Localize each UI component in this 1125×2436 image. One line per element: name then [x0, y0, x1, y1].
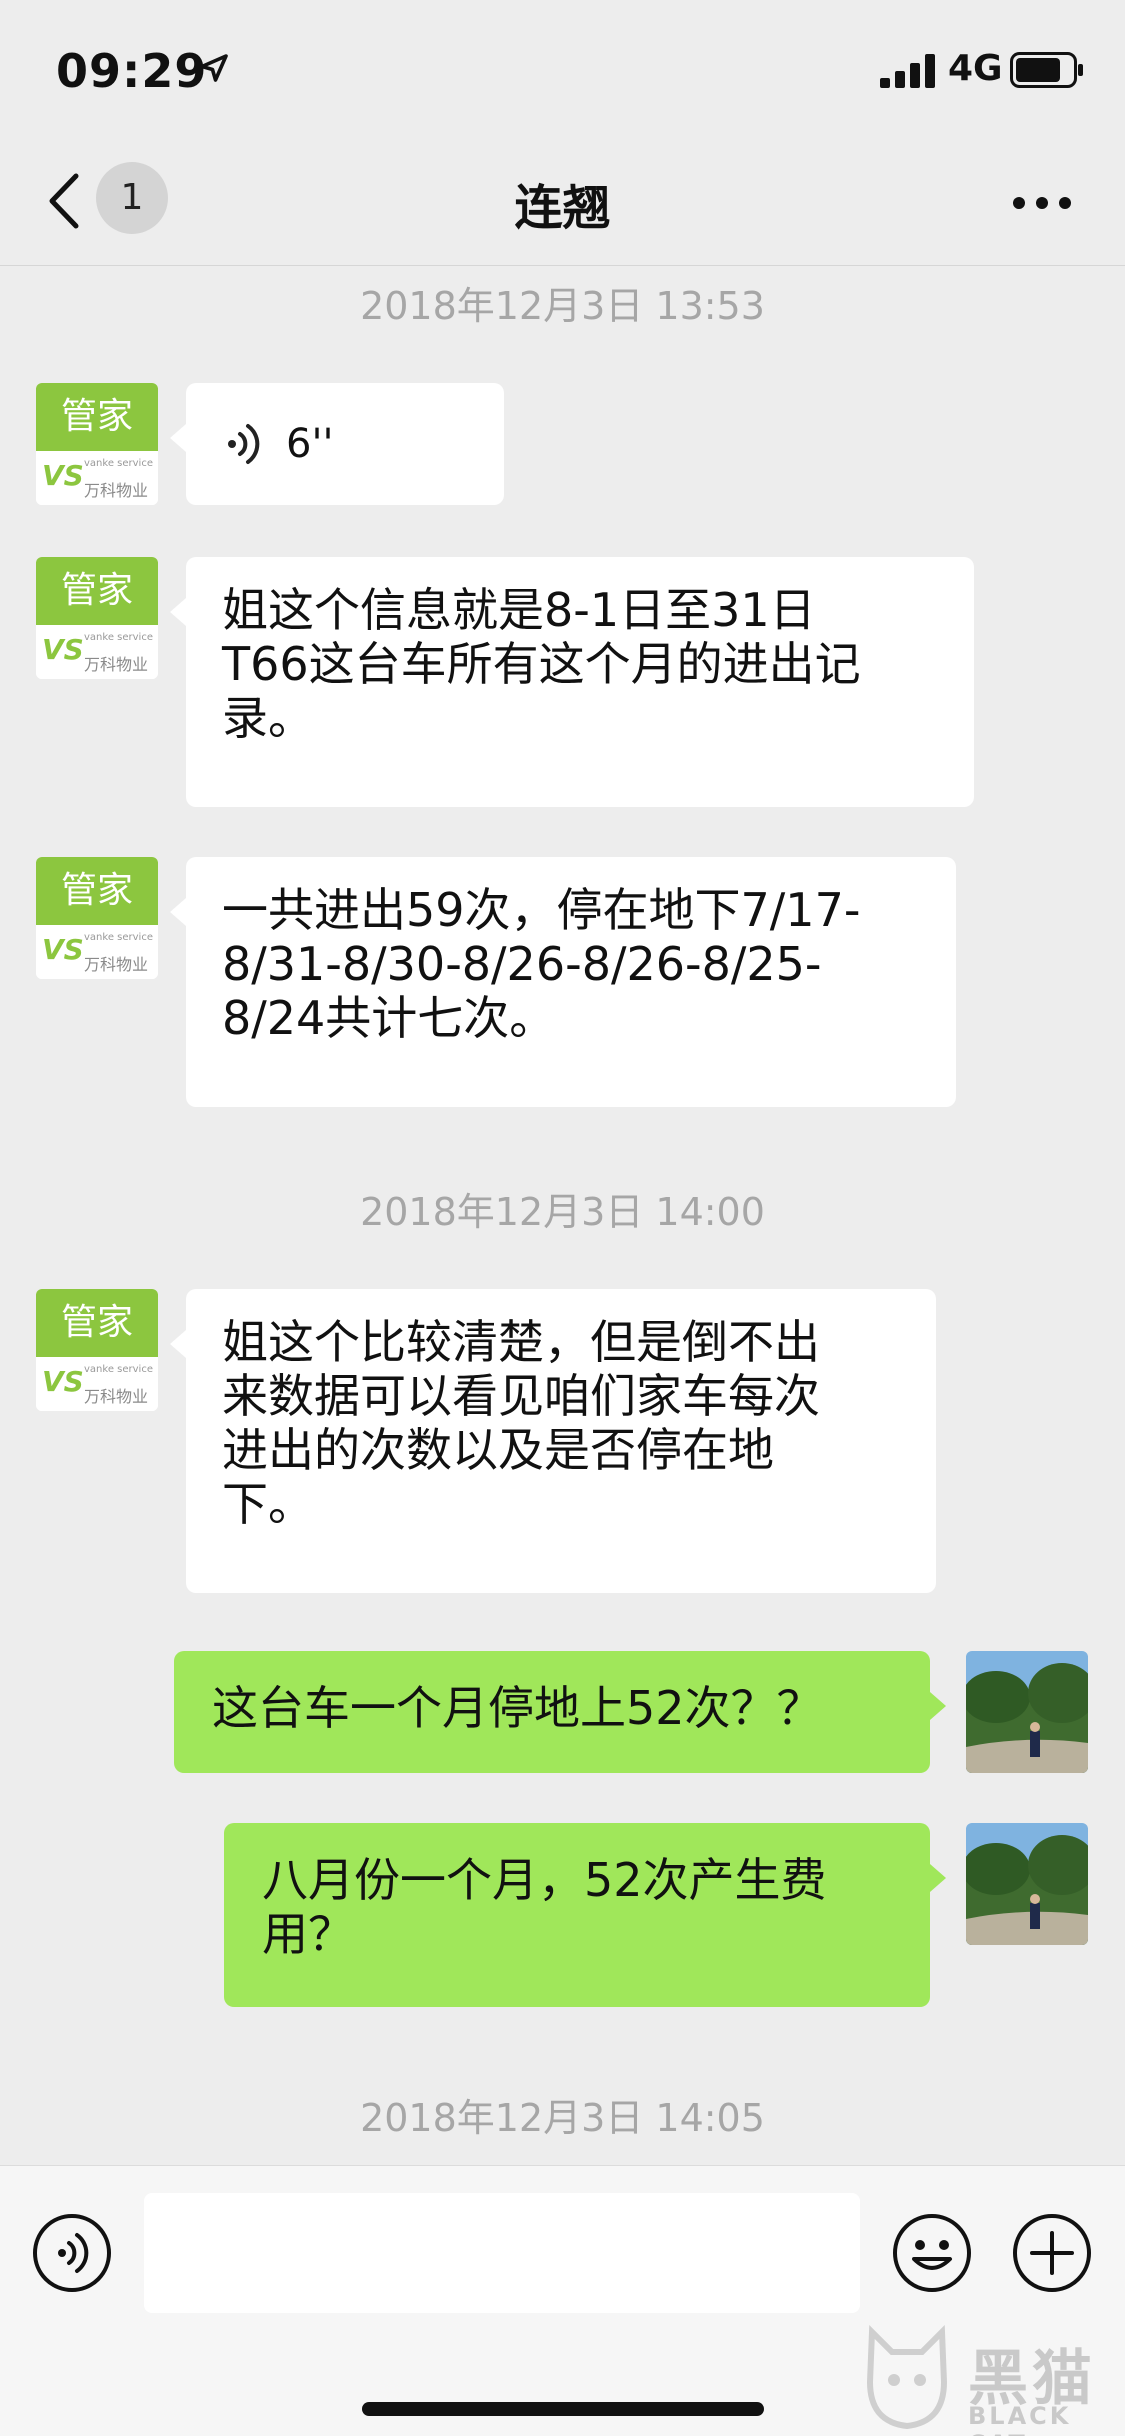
message-line: 8/31-8/30-8/26-8/26-8/25-	[222, 937, 822, 991]
self-message-bubble[interactable]: 八月份一个月，52次产生费 用？	[224, 1823, 930, 2007]
contact-avatar[interactable]: 管家 VS vanke service 万科物业	[36, 383, 158, 505]
chat-header: 1 连翘	[0, 140, 1125, 266]
message-line: 一共进出59次，停在地下7/17-	[222, 883, 861, 937]
message-timestamp: 2018年12月3日 14:05	[360, 2096, 765, 2140]
avatar-brand-sub: vanke service	[84, 1364, 153, 1375]
my-avatar[interactable]	[966, 1823, 1088, 1945]
avatar-brand-cn: 万科物业	[84, 655, 149, 674]
vanke-logo-icon: VS	[42, 459, 84, 492]
avatar-brand-label: 管家	[36, 1289, 158, 1357]
message-input[interactable]	[144, 2193, 860, 2313]
message-line: 8/24共计七次。	[222, 991, 556, 1045]
message-list[interactable]: 2018年12月3日 13:53 管家 VS vanke service 万科物…	[0, 267, 1125, 2165]
home-indicator	[362, 2402, 764, 2416]
avatar-brand-cn: 万科物业	[84, 1387, 149, 1406]
add-more-icon[interactable]	[1012, 2213, 1092, 2293]
avatar-brand-cn: 万科物业	[84, 955, 149, 974]
avatar-brand-cn: 万科物业	[84, 481, 149, 500]
message-line: 八月份一个月，52次产生费	[262, 1853, 827, 1907]
location-arrow-icon	[200, 54, 228, 82]
message-line: 来数据可以看见咱们家车每次	[222, 1369, 820, 1423]
message-timestamp: 2018年12月3日 14:00	[360, 1190, 765, 1234]
message-line: 下。	[222, 1477, 314, 1531]
watermark-en: BLACK CAT	[968, 2402, 1072, 2436]
voice-input-icon[interactable]	[32, 2213, 112, 2293]
contact-avatar[interactable]: 管家 VS vanke service 万科物业	[36, 857, 158, 979]
message-line: 姐这个信息就是8-1日至31日	[222, 583, 816, 637]
avatar-brand-label: 管家	[36, 383, 158, 451]
user-photo-icon	[966, 1651, 1088, 1773]
chat-title: 连翘	[514, 180, 611, 236]
message-bubble[interactable]: 一共进出59次，停在地下7/17- 8/31-8/30-8/26-8/26-8/…	[186, 857, 956, 1107]
message-bubble[interactable]: 姐这个信息就是8-1日至31日 T66这台车所有这个月的进出记 录。	[186, 557, 974, 807]
self-message-bubble[interactable]: 这台车一个月停地上52次？？	[174, 1651, 930, 1773]
vanke-logo-icon: VS	[42, 933, 84, 966]
avatar-brand-label: 管家	[36, 557, 158, 625]
message-timestamp: 2018年12月3日 13:53	[360, 284, 765, 328]
network-type: 4G	[948, 48, 1003, 89]
message-line: 进出的次数以及是否停在地	[222, 1423, 774, 1477]
black-cat-logo-icon	[866, 2325, 948, 2430]
vanke-logo-icon: VS	[42, 633, 84, 666]
voice-message-bubble[interactable]: 6''	[186, 383, 504, 505]
avatar-brand-sub: vanke service	[84, 632, 153, 643]
battery-icon	[1010, 52, 1083, 88]
voice-wave-icon	[228, 424, 260, 464]
more-options-icon[interactable]	[1012, 196, 1072, 210]
avatar-brand-sub: vanke service	[84, 932, 153, 943]
avatar-brand-sub: vanke service	[84, 458, 153, 469]
message-line: 录。	[222, 691, 314, 745]
message-line: 用？	[262, 1907, 354, 1961]
signal-icon	[880, 54, 935, 88]
message-bubble[interactable]: 姐这个比较清楚，但是倒不出 来数据可以看见咱们家车每次 进出的次数以及是否停在地…	[186, 1289, 936, 1593]
my-avatar[interactable]	[966, 1651, 1088, 1773]
contact-avatar[interactable]: 管家 VS vanke service 万科物业	[36, 1289, 158, 1411]
user-photo-icon	[966, 1823, 1088, 1945]
status-bar: 09:29 4G	[0, 0, 1125, 140]
message-line: 姐这个比较清楚，但是倒不出	[222, 1315, 820, 1369]
contact-avatar[interactable]: 管家 VS vanke service 万科物业	[36, 557, 158, 679]
message-line: T66这台车所有这个月的进出记	[222, 637, 861, 691]
emoji-icon[interactable]	[892, 2213, 972, 2293]
message-line: 这台车一个月停地上52次？？	[212, 1681, 823, 1735]
avatar-brand-label: 管家	[36, 857, 158, 925]
watermark: 黑猫 BLACK CAT	[852, 2318, 1125, 2436]
status-time: 09:29	[56, 44, 208, 98]
vanke-logo-icon: VS	[42, 1365, 84, 1398]
voice-duration: 6''	[286, 421, 334, 467]
